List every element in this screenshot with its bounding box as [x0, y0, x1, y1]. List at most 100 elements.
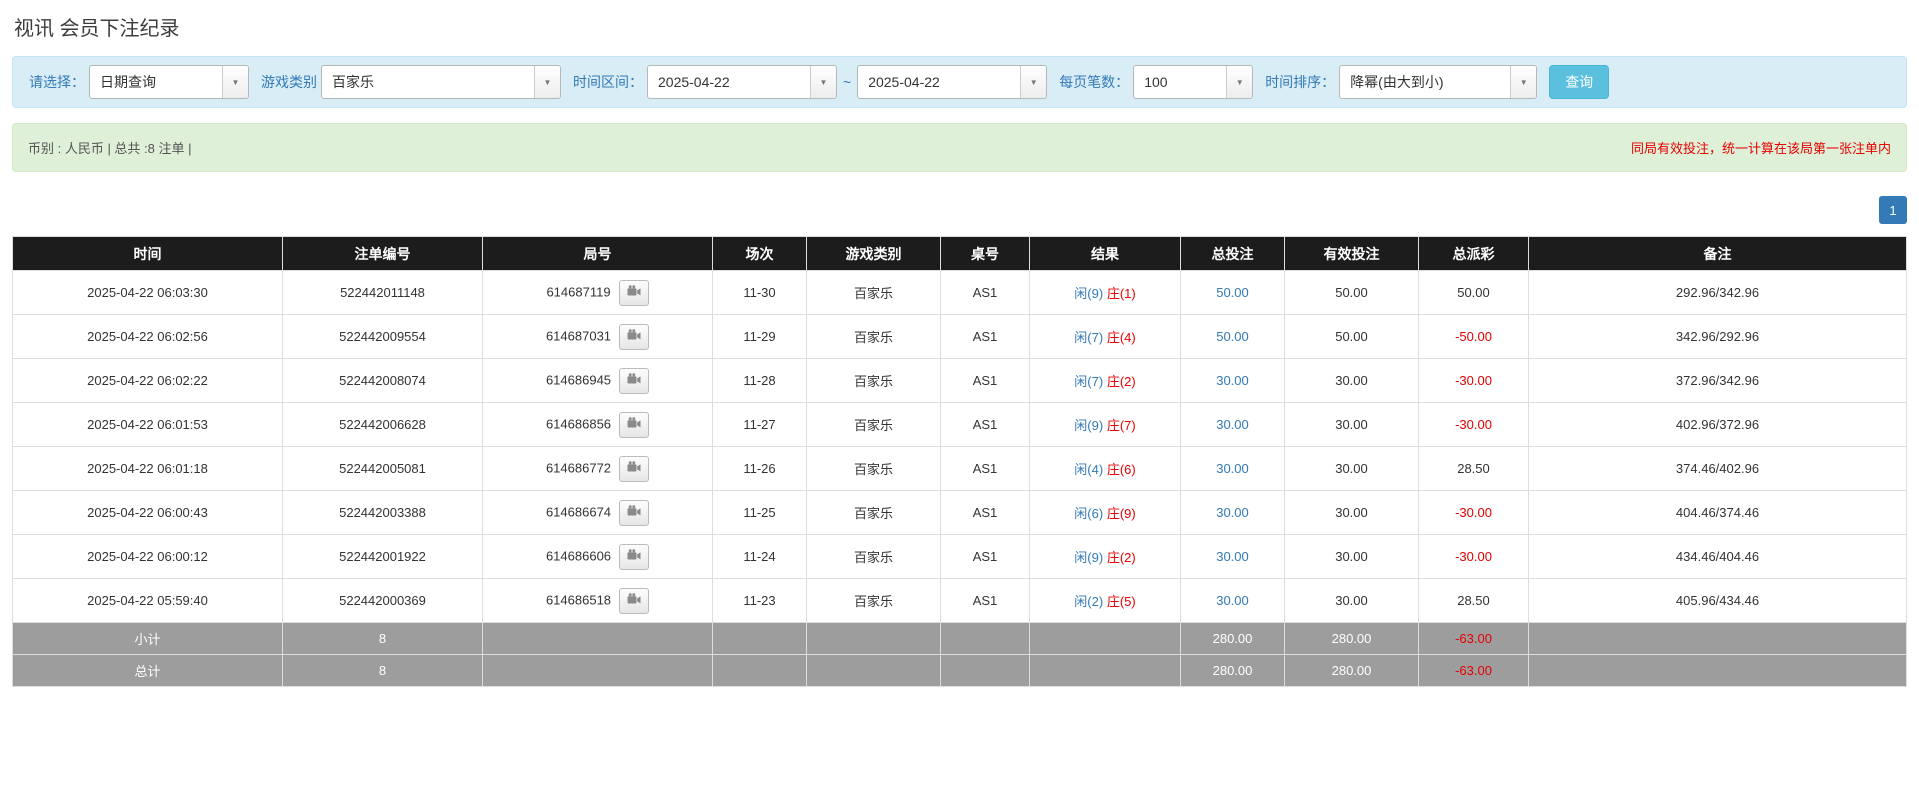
cell-round-number: 614686674 — [483, 491, 713, 535]
cell-bet-number: 522442008074 — [283, 359, 483, 403]
total-empty — [1529, 623, 1907, 655]
date-from-select[interactable]: 2025-04-22 ▼ — [647, 65, 837, 99]
cell-total-bet-link[interactable]: 30.00 — [1181, 447, 1285, 491]
round-video-button[interactable] — [619, 280, 649, 306]
caret-down-icon[interactable]: ▼ — [1226, 66, 1252, 98]
time-range-label: 时间区间： — [573, 72, 643, 92]
cell-session: 11-24 — [713, 535, 807, 579]
round-number: 614687031 — [546, 328, 611, 343]
round-video-button[interactable] — [619, 456, 649, 482]
total-row: 小计8280.00280.00-63.00 — [13, 623, 1907, 655]
total-count: 8 — [283, 623, 483, 655]
filter-bar: 请选择： 日期查询 ▼ 游戏类别 百家乐 ▼ 时间区间： 2025-04-22 … — [12, 56, 1907, 108]
cell-total-bet-link[interactable]: 50.00 — [1181, 271, 1285, 315]
total-bet-sum: 280.00 — [1181, 623, 1285, 655]
total-empty — [941, 655, 1030, 687]
bet-record-row: 2025-04-22 06:01:53522442006628614686856… — [13, 403, 1907, 447]
round-video-button[interactable] — [619, 500, 649, 526]
cell-table-number: AS1 — [941, 447, 1030, 491]
date-from-value: 2025-04-22 — [648, 66, 810, 98]
cell-game-type: 百家乐 — [807, 535, 941, 579]
cell-bet-number: 522442001922 — [283, 535, 483, 579]
round-video-button[interactable] — [619, 544, 649, 570]
cell-round-number: 614687119 — [483, 271, 713, 315]
cell-payout: 28.50 — [1419, 579, 1529, 623]
cell-game-type: 百家乐 — [807, 447, 941, 491]
game-type-select[interactable]: 百家乐 ▼ — [321, 65, 561, 99]
page-size-select[interactable]: 100 ▼ — [1133, 65, 1253, 99]
date-to-value: 2025-04-22 — [858, 66, 1020, 98]
query-button[interactable]: 查询 — [1549, 65, 1609, 99]
total-payout-sum: -63.00 — [1419, 655, 1529, 687]
table-header-row: 时间注单编号局号场次游戏类别桌号结果总投注有效投注总派彩备注 — [13, 237, 1907, 271]
bet-record-row: 2025-04-22 06:00:43522442003388614686674… — [13, 491, 1907, 535]
caret-down-icon[interactable]: ▼ — [1020, 66, 1046, 98]
cell-table-number: AS1 — [941, 535, 1030, 579]
total-empty — [483, 655, 713, 687]
cell-table-number: AS1 — [941, 315, 1030, 359]
cell-game-type: 百家乐 — [807, 315, 941, 359]
round-video-button[interactable] — [619, 412, 649, 438]
cell-table-number: AS1 — [941, 579, 1030, 623]
round-video-button[interactable] — [619, 588, 649, 614]
cell-total-bet-link[interactable]: 30.00 — [1181, 491, 1285, 535]
cell-result: 闲(9) 庄(2) — [1030, 535, 1181, 579]
total-label: 小计 — [13, 623, 283, 655]
cell-total-bet-link[interactable]: 50.00 — [1181, 315, 1285, 359]
cell-total-bet-link[interactable]: 30.00 — [1181, 535, 1285, 579]
cell-total-bet-link[interactable]: 30.00 — [1181, 403, 1285, 447]
query-type-label: 请选择： — [29, 72, 85, 92]
cell-total-bet-link[interactable]: 30.00 — [1181, 579, 1285, 623]
round-video-button[interactable] — [619, 324, 649, 350]
cell-note: 404.46/374.46 — [1529, 491, 1907, 535]
cell-round-number: 614686945 — [483, 359, 713, 403]
video-icon — [627, 505, 641, 520]
cell-bet-number: 522442000369 — [283, 579, 483, 623]
result-banker: 庄(2) — [1107, 374, 1136, 389]
cell-result: 闲(7) 庄(2) — [1030, 359, 1181, 403]
caret-down-icon[interactable]: ▼ — [810, 66, 836, 98]
total-empty — [1529, 655, 1907, 687]
result-player: 闲(2) — [1074, 594, 1103, 609]
cell-payout: 28.50 — [1419, 447, 1529, 491]
bet-records-table: 时间注单编号局号场次游戏类别桌号结果总投注有效投注总派彩备注 2025-04-2… — [12, 236, 1907, 687]
cell-session: 11-26 — [713, 447, 807, 491]
sort-order-select[interactable]: 降幂(由大到小) ▼ — [1339, 65, 1537, 99]
sort-order-value: 降幂(由大到小) — [1340, 66, 1510, 98]
cell-payout: -30.00 — [1419, 359, 1529, 403]
result-banker: 庄(5) — [1107, 594, 1136, 609]
summary-bar: 币别 : 人民币 | 总共 :8 注单 | 同局有效投注，统一计算在该局第一张注… — [12, 123, 1907, 172]
cell-valid-bet: 30.00 — [1285, 447, 1419, 491]
cell-note: 434.46/404.46 — [1529, 535, 1907, 579]
total-empty — [713, 655, 807, 687]
result-banker: 庄(2) — [1107, 550, 1136, 565]
date-to-select[interactable]: 2025-04-22 ▼ — [857, 65, 1047, 99]
caret-down-icon[interactable]: ▼ — [534, 66, 560, 98]
cell-payout: -30.00 — [1419, 491, 1529, 535]
cell-payout: -30.00 — [1419, 403, 1529, 447]
cell-time: 2025-04-22 06:00:43 — [13, 491, 283, 535]
cell-total-bet-link[interactable]: 30.00 — [1181, 359, 1285, 403]
game-type-label: 游戏类别 — [261, 72, 317, 92]
column-header: 时间 — [13, 237, 283, 271]
game-type-value: 百家乐 — [322, 66, 534, 98]
query-type-value: 日期查询 — [90, 66, 222, 98]
query-type-select[interactable]: 日期查询 ▼ — [89, 65, 249, 99]
result-banker: 庄(9) — [1107, 506, 1136, 521]
result-player: 闲(9) — [1074, 286, 1103, 301]
page-button-1[interactable]: 1 — [1879, 196, 1907, 224]
cell-result: 闲(9) 庄(7) — [1030, 403, 1181, 447]
result-player: 闲(7) — [1074, 374, 1103, 389]
cell-valid-bet: 50.00 — [1285, 271, 1419, 315]
cell-game-type: 百家乐 — [807, 579, 941, 623]
round-number: 614686674 — [546, 504, 611, 519]
round-video-button[interactable] — [619, 368, 649, 394]
bet-record-row: 2025-04-22 05:59:40522442000369614686518… — [13, 579, 1907, 623]
page-size-label: 每页笔数： — [1059, 72, 1129, 92]
cell-round-number: 614686606 — [483, 535, 713, 579]
result-player: 闲(6) — [1074, 506, 1103, 521]
cell-time: 2025-04-22 06:00:12 — [13, 535, 283, 579]
cell-valid-bet: 30.00 — [1285, 579, 1419, 623]
caret-down-icon[interactable]: ▼ — [1510, 66, 1536, 98]
caret-down-icon[interactable]: ▼ — [222, 66, 248, 98]
